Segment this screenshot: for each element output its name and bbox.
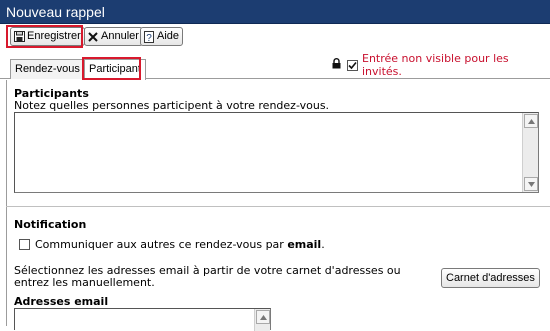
privacy-checkbox[interactable] — [347, 59, 358, 71]
scroll-up-icon[interactable] — [524, 114, 538, 128]
scroll-up-icon[interactable] — [256, 310, 270, 324]
tab-participant-label: Participant — [89, 63, 141, 75]
notification-title: Notification — [14, 218, 87, 231]
cancel-label: Annuler — [101, 30, 139, 42]
tab-rendez-vous-label: Rendez-vous — [15, 63, 80, 75]
save-label: Enregistrer — [27, 30, 81, 42]
notify-email-label: Communiquer aux autres ce rendez-vous pa… — [35, 238, 325, 251]
scroll-down-icon[interactable] — [524, 177, 538, 191]
svg-text:?: ? — [146, 33, 152, 43]
privacy-label: Entrée non visible pour les invités. — [362, 52, 509, 78]
notify-email-label-prefix: Communiquer aux autres ce rendez-vous pa… — [35, 238, 288, 251]
email-addresses-title: Adresses email — [14, 295, 109, 308]
privacy-option: Entrée non visible pour les invités. — [332, 52, 550, 78]
help-icon: ? — [143, 30, 155, 43]
save-icon — [13, 31, 25, 43]
tab-rendez-vous[interactable]: Rendez-vous — [10, 59, 85, 79]
address-book-button[interactable]: Carnet d'adresses — [441, 268, 540, 288]
notify-email-label-bold: email — [287, 238, 322, 251]
select-addresses-line2: entrez les manuellement. — [14, 276, 155, 289]
email-addresses-scrollbar[interactable] — [254, 309, 270, 331]
email-addresses-textarea[interactable] — [14, 308, 271, 331]
section-divider — [6, 206, 550, 207]
address-book-label: Carnet d'adresses — [446, 271, 535, 284]
cancel-button[interactable]: Annuler — [84, 27, 143, 46]
help-button[interactable]: ? Aide — [140, 27, 184, 46]
notify-email-checkbox[interactable] — [19, 239, 30, 250]
toolbar: Enregistrer Annuler ? Aide — [0, 24, 550, 48]
tab-participant[interactable]: Participant — [84, 59, 146, 80]
participants-scrollbar[interactable] — [522, 113, 538, 192]
save-button[interactable]: Enregistrer — [10, 27, 85, 46]
lock-icon — [332, 58, 341, 72]
participants-description: Notez quelles personnes participent à vo… — [14, 99, 330, 112]
window-title: Nouveau rappel — [0, 0, 550, 24]
window-title-text: Nouveau rappel — [6, 4, 105, 20]
notify-email-row: Communiquer aux autres ce rendez-vous pa… — [19, 238, 325, 251]
help-label: Aide — [157, 30, 180, 42]
cancel-icon — [87, 31, 99, 43]
participants-textarea[interactable] — [14, 112, 539, 193]
notify-email-label-suffix: . — [321, 238, 325, 251]
